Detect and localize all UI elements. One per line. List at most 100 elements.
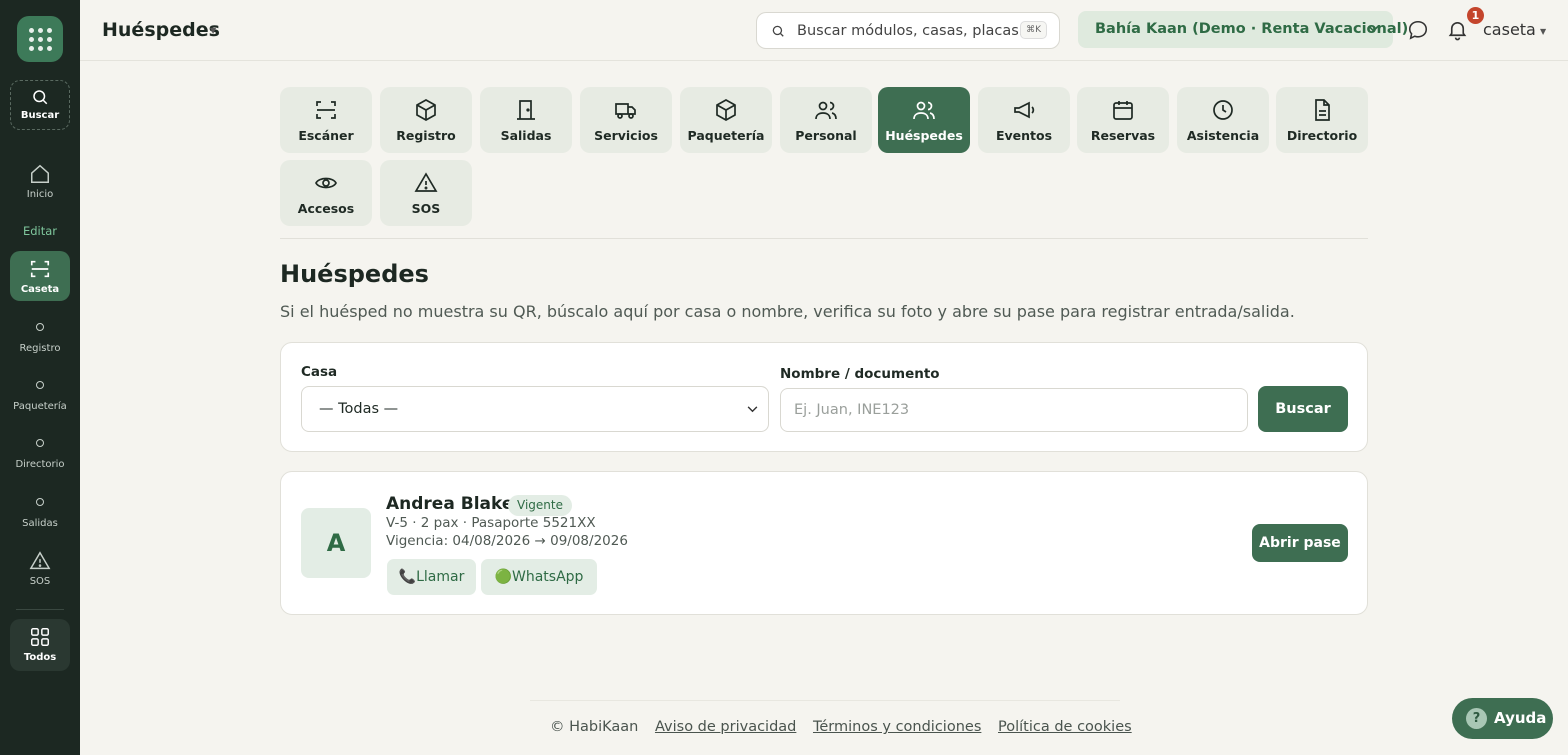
section-title: Huéspedes <box>280 260 429 288</box>
warning-icon <box>29 551 51 570</box>
tile-asistencia[interactable]: Asistencia <box>1177 87 1269 153</box>
sidebar-item-todos[interactable]: Todos <box>10 619 70 671</box>
chat-icon[interactable] <box>1407 19 1429 41</box>
clock-icon <box>1213 100 1233 120</box>
sidebar-item-paqueteria[interactable]: Paquetería <box>10 381 70 412</box>
nombre-label: Nombre / documento <box>780 366 940 382</box>
sidebar-search-label: Buscar <box>20 110 60 121</box>
footer: © HabiKaan Aviso de privacidad Términos … <box>550 719 1132 735</box>
help-label: Ayuda <box>1494 709 1547 727</box>
search-form-card: Casa — Todas — Nombre / documento Ej. Ju… <box>280 342 1368 452</box>
grid-icon <box>31 628 49 646</box>
tile-sos[interactable]: SOS <box>380 160 472 226</box>
tile-label: Eventos <box>995 128 1053 143</box>
search-button[interactable]: Buscar <box>1258 386 1348 432</box>
sidebar-item-label: Registro <box>19 343 61 354</box>
sidebar-item-sos[interactable]: SOS <box>10 550 70 587</box>
sidebar-item-label: Todos <box>23 652 57 663</box>
nombre-input[interactable]: Ej. Juan, INE123 <box>780 388 1248 432</box>
dot-icon <box>36 439 44 447</box>
guests-icon <box>913 101 935 120</box>
tile-paqueteria[interactable]: Paquetería <box>680 87 772 153</box>
sidebar-edit-link[interactable]: Editar <box>0 224 80 238</box>
property-selector[interactable]: Bahía Kaan (Demo · Renta Vacacional) <box>1078 11 1408 48</box>
tile-servicios[interactable]: Servicios <box>580 87 672 153</box>
sidebar-item-inicio[interactable]: Inicio <box>10 163 70 200</box>
sidebar-item-label: Paquetería <box>13 401 67 412</box>
sidebar-divider <box>16 609 64 610</box>
privacy-link[interactable]: Aviso de privacidad <box>655 719 796 735</box>
tile-label: Directorio <box>1286 128 1358 143</box>
scan-icon <box>30 260 50 278</box>
property-label: Bahía Kaan (Demo · Renta Vacacional) <box>1095 21 1409 37</box>
search-placeholder: Buscar módulos, casas, placas... <box>797 23 1033 39</box>
tile-registro[interactable]: Registro <box>380 87 472 153</box>
casa-label: Casa <box>301 364 338 380</box>
sidebar-search-button[interactable]: Buscar <box>10 80 70 130</box>
whatsapp-button[interactable]: 🟢WhatsApp <box>481 559 597 595</box>
global-search-input[interactable]: Buscar módulos, casas, placas... ⌘K <box>756 12 1060 49</box>
megaphone-icon <box>1014 101 1035 119</box>
sidebar-item-caseta[interactable]: Caseta <box>10 251 70 301</box>
chevron-down-icon <box>1368 25 1379 33</box>
tile-eventos[interactable]: Eventos <box>978 87 1070 153</box>
terms-link[interactable]: Términos y condiciones <box>813 719 981 735</box>
home-icon <box>31 164 49 183</box>
tile-label: SOS <box>411 201 441 216</box>
document-icon <box>1315 99 1330 121</box>
tile-personal[interactable]: Personal <box>780 87 872 153</box>
tile-label: Paquetería <box>687 128 765 143</box>
help-question-icon: ? <box>1466 708 1487 729</box>
sidebar-item-label: Directorio <box>15 459 65 470</box>
sidebar-item-label: Inicio <box>26 189 54 200</box>
page-title[interactable]: Huéspedes <box>102 19 220 41</box>
guest-details: V-5 · 2 pax · Pasaporte 5521XX <box>386 515 596 531</box>
box-icon <box>416 99 436 121</box>
search-icon <box>33 90 48 105</box>
calendar-icon <box>1113 101 1133 120</box>
footer-divider <box>530 700 1120 701</box>
eye-icon <box>315 177 337 189</box>
sidebar-item-label: Salidas <box>22 518 58 529</box>
caret-down-icon[interactable]: ▼ <box>210 26 216 35</box>
tile-salidas[interactable]: Salidas <box>480 87 572 153</box>
status-badge: Vigente <box>508 495 572 516</box>
guest-validity: Vigencia: 04/08/2026 → 09/08/2026 <box>386 533 628 549</box>
copyright: © HabiKaan <box>550 719 639 735</box>
sidebar-item-directorio[interactable]: Directorio <box>10 439 70 470</box>
sidebar-item-salidas[interactable]: Salidas <box>10 498 70 529</box>
tile-label: Asistencia <box>1186 128 1260 143</box>
door-icon <box>517 100 535 120</box>
tile-directorio[interactable]: Directorio <box>1276 87 1368 153</box>
dot-icon <box>36 381 44 389</box>
guest-name: Andrea Blake <box>386 494 514 514</box>
apps-grid-logo-icon[interactable] <box>17 16 63 62</box>
open-pass-button[interactable]: Abrir pase <box>1252 524 1348 562</box>
user-menu[interactable]: caseta <box>1483 20 1536 39</box>
tile-label: Servicios <box>594 128 658 143</box>
avatar: A <box>301 508 371 578</box>
tile-accesos[interactable]: Accesos <box>280 160 372 226</box>
casa-select[interactable]: — Todas — <box>301 386 769 432</box>
caret-down-icon[interactable]: ▼ <box>1540 27 1546 36</box>
notification-badge: 1 <box>1467 7 1484 24</box>
dot-icon <box>36 323 44 331</box>
tile-label: Salidas <box>500 128 552 143</box>
cookies-link[interactable]: Política de cookies <box>998 719 1132 735</box>
tile-huespedes[interactable]: Huéspedes <box>878 87 970 153</box>
sidebar-item-registro[interactable]: Registro <box>10 323 70 354</box>
users-icon <box>815 101 837 120</box>
tile-label: Reservas <box>1090 128 1156 143</box>
tile-escaner[interactable]: Escáner <box>280 87 372 153</box>
shortcut-badge: ⌘K <box>1020 21 1047 39</box>
help-button[interactable]: ? Ayuda <box>1452 698 1553 739</box>
chevron-down-icon <box>747 406 758 413</box>
tile-label: Huéspedes <box>885 128 963 143</box>
tile-label: Escáner <box>298 128 354 143</box>
truck-icon <box>615 103 636 119</box>
call-button[interactable]: 📞Llamar <box>387 559 476 595</box>
tile-reservas[interactable]: Reservas <box>1077 87 1169 153</box>
bell-icon[interactable] <box>1446 18 1469 41</box>
search-icon <box>772 25 784 37</box>
guest-card: A Andrea Blake Vigente V-5 · 2 pax · Pas… <box>280 471 1368 615</box>
